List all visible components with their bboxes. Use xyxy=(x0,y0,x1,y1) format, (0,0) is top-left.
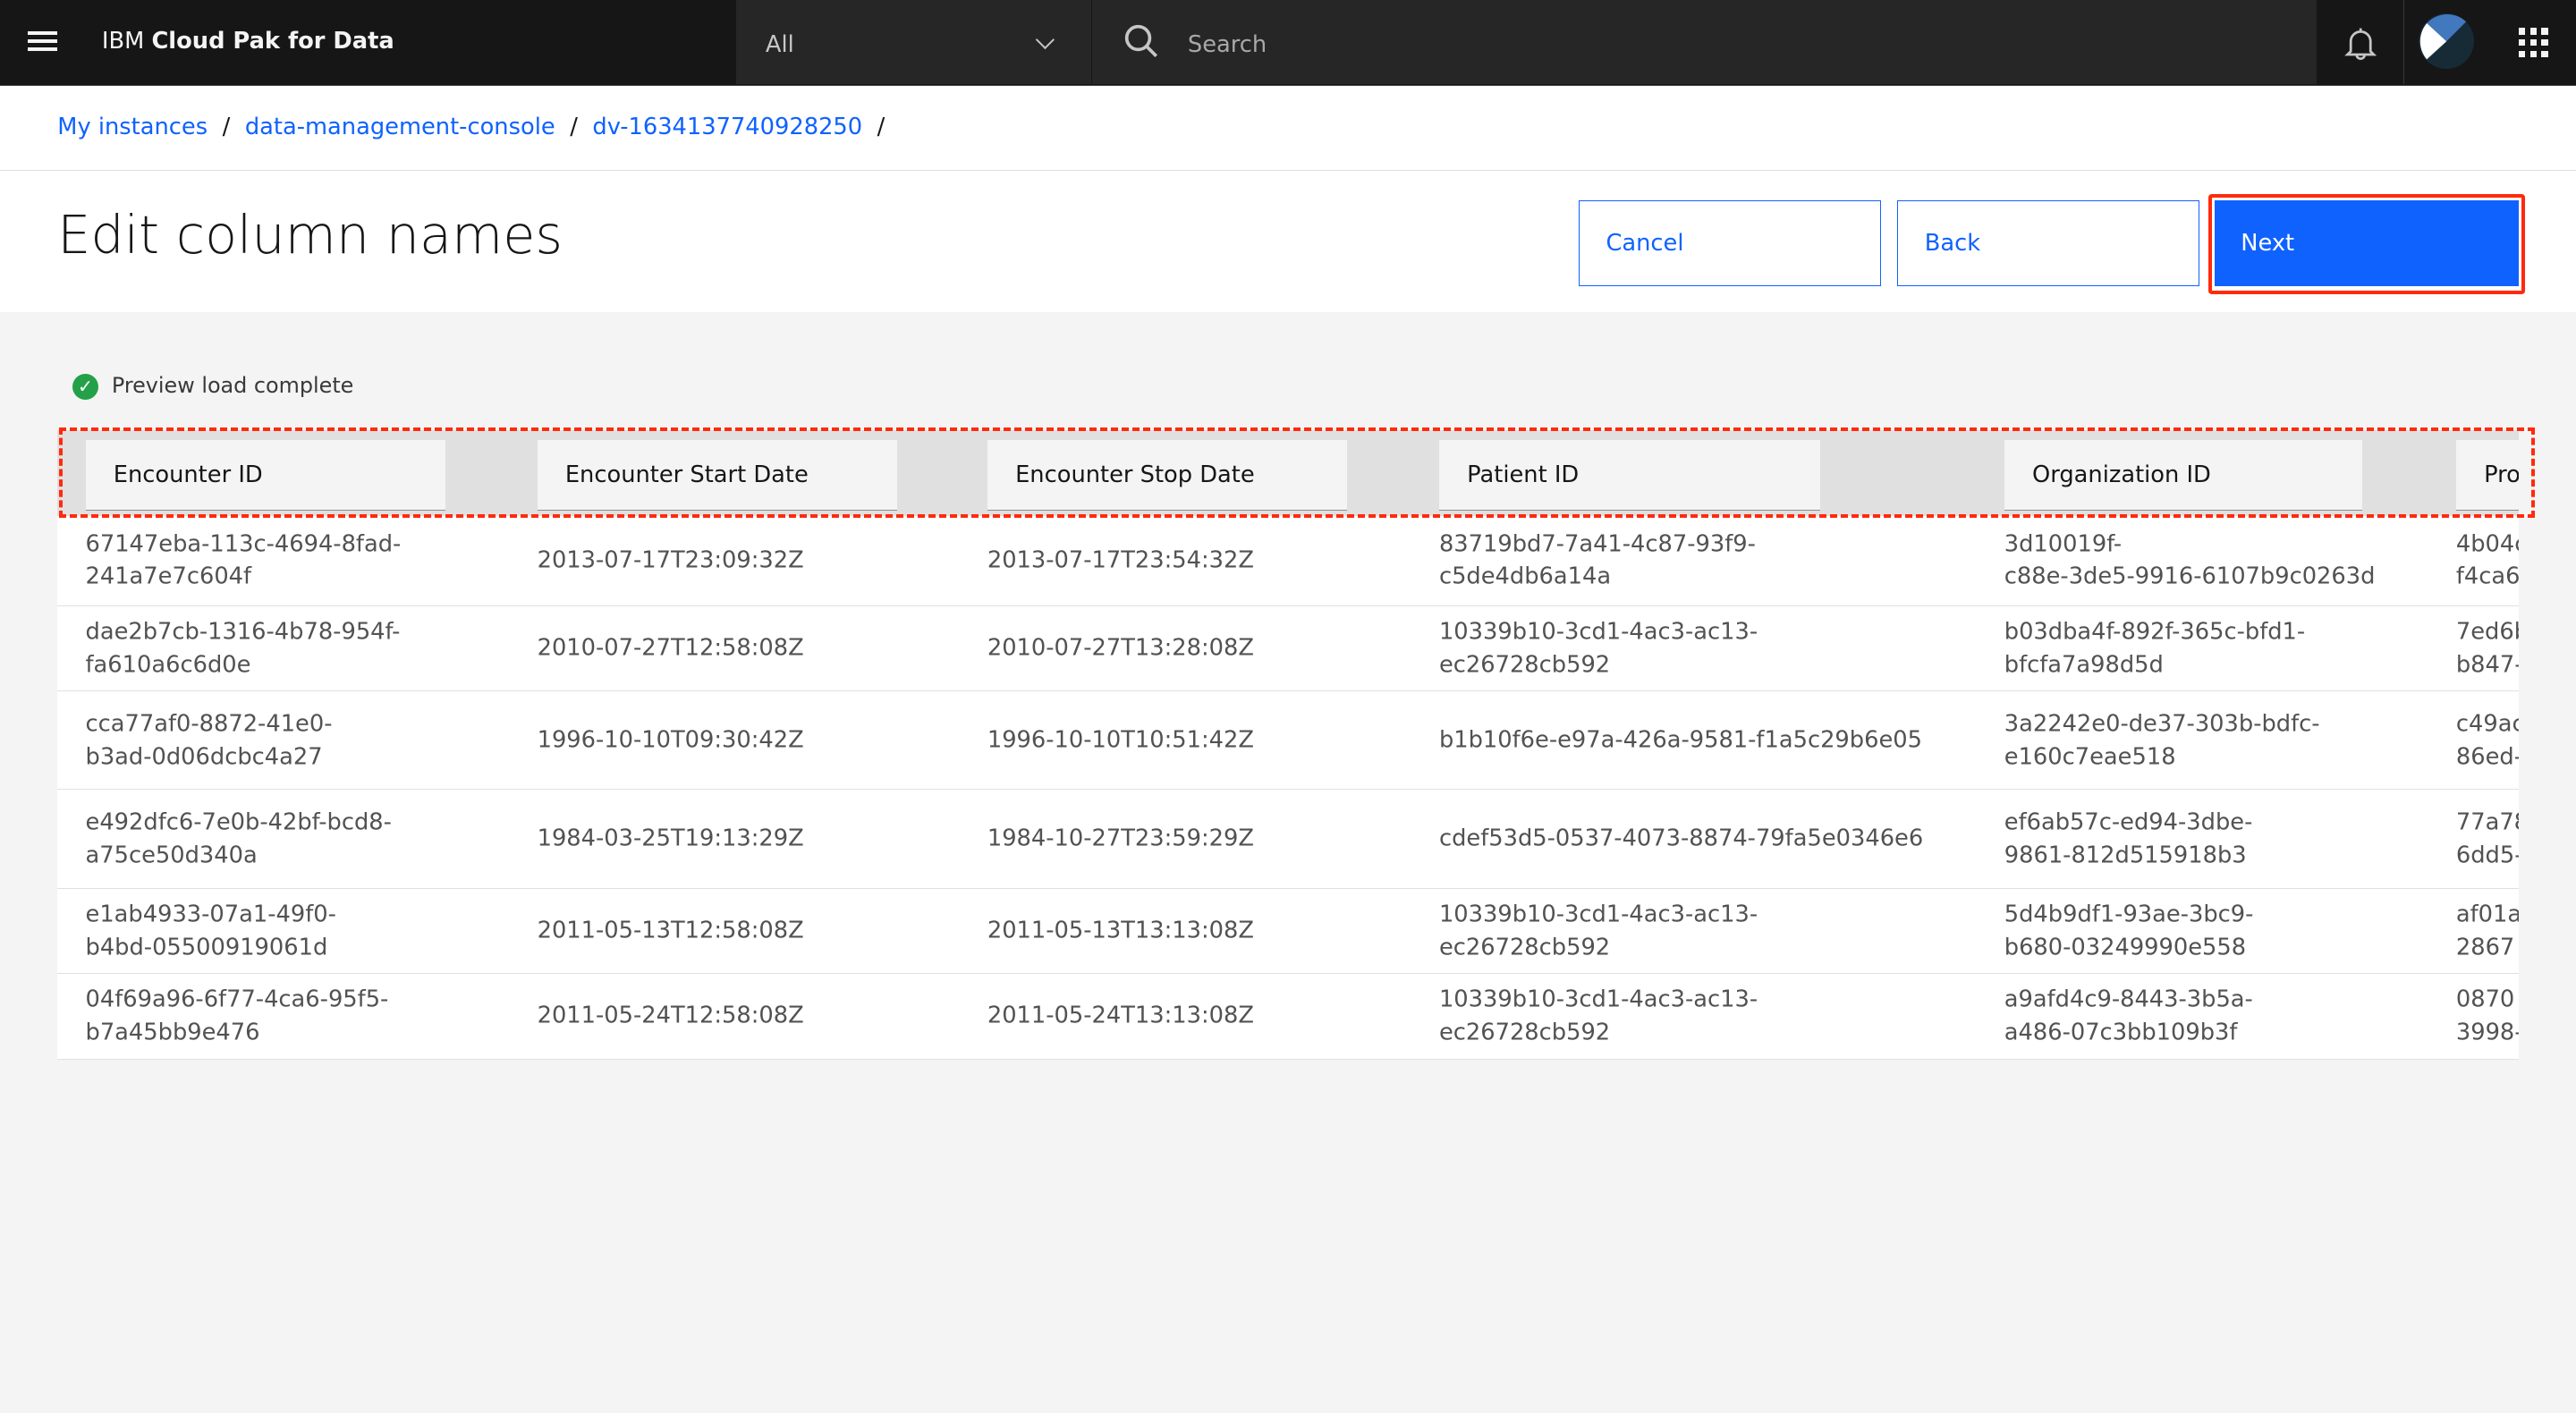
breadcrumb-data-management-console[interactable]: data-management-console xyxy=(245,114,555,140)
notification-bell-icon xyxy=(2344,28,2377,60)
table-cell: 10339b10-3cd1-4ac3-ac13- ec26728cb592 xyxy=(1438,901,1758,960)
table-cell: 3d10019f- c88e-3de5-9916-6107b9c0263d xyxy=(2004,529,2376,590)
table-cell: 2011-05-24T13:13:08Z xyxy=(987,1003,1254,1030)
breadcrumb-separator: / xyxy=(222,113,231,140)
chevron-down-icon xyxy=(1035,30,1055,49)
app-switcher-icon[interactable] xyxy=(2518,28,2548,58)
table-cell: 67147eba-113c-4694-8fad- 241a7e7c604f xyxy=(85,529,402,590)
notifications-button[interactable] xyxy=(2316,0,2405,84)
table-cell: e492dfc6-7e0b-42bf-bcd8- a75ce50d340a xyxy=(85,808,392,869)
table-cell: dae2b7cb-1316-4b78-954f- fa610a6c6d0e xyxy=(85,618,401,678)
table-cell: 2013-07-17T23:54:32Z xyxy=(987,546,1254,574)
table-cell: c49ac 86ed- xyxy=(2455,710,2519,770)
table-cell: 2010-07-27T12:58:08Z xyxy=(537,634,804,662)
table-cell: 77a78 6dd5- xyxy=(2455,808,2519,869)
table-header-row: Encounter ID Encounter Start Date Encoun… xyxy=(57,430,2519,516)
column-name-input[interactable]: Patient ID xyxy=(1438,440,1821,512)
breadcrumb-my-instances[interactable]: My instances xyxy=(57,114,208,140)
breadcrumb: My instances / data-management-console / dv-… xyxy=(0,85,2576,171)
back-button[interactable]: Back xyxy=(1897,200,2200,286)
column-name-input[interactable]: Encounter ID xyxy=(85,440,445,512)
table-cell: b1b10f6e-e97a-426a-9581-f1a5c29b6e05 xyxy=(1438,726,1922,754)
table-cell: af01a 2867 xyxy=(2455,901,2519,960)
column-name-input[interactable]: Encounter Stop Date xyxy=(987,440,1348,512)
avatar[interactable] xyxy=(2418,13,2475,70)
preview-status: ✓ Preview load complete xyxy=(72,372,354,401)
breadcrumb-instance[interactable]: dv-1634137740928250 xyxy=(592,114,862,140)
table-cell: 83719bd7-7a41-4c87-93f9- c5de4db6a14a xyxy=(1438,529,1756,590)
search-input[interactable] xyxy=(1184,22,2177,66)
status-text: Preview load complete xyxy=(111,372,354,398)
table-cell: 2011-05-24T12:58:08Z xyxy=(537,1003,804,1030)
next-button-highlight xyxy=(2207,193,2525,294)
table-cell: e1ab4933-07a1-49f0- b4bd-05500919061d xyxy=(85,901,336,960)
table-cell: 2013-07-17T23:09:32Z xyxy=(537,546,804,574)
preview-table: Encounter ID Encounter Start Date Encoun… xyxy=(57,430,2519,1061)
table-cell: 3a2242e0-de37-303b-bdfc- e160c7eae518 xyxy=(2004,710,2320,770)
table-cell: 2010-07-27T13:28:08Z xyxy=(987,634,1254,662)
checkmark-icon: ✓ xyxy=(72,373,99,401)
table-cell: ef6ab57c-ed94-3dbe- 9861-812d515918b3 xyxy=(2004,808,2253,869)
table-cell: 04f69a96-6f77-4ca6-95f5- b7a45bb9e476 xyxy=(85,986,389,1046)
page-title: Edit column names xyxy=(57,203,564,266)
scope-dropdown[interactable]: All xyxy=(735,0,1092,84)
table-row: cca77af0-8872-41e0- b3ad-0d06dcbc4a27 199… xyxy=(57,691,2519,791)
table-cell: 1984-03-25T19:13:29Z xyxy=(537,825,804,852)
table-cell: 10339b10-3cd1-4ac3-ac13- ec26728cb592 xyxy=(1438,986,1758,1046)
scope-selected-value: All xyxy=(765,30,794,58)
table-cell: cdef53d5-0537-4073-8874-79fa5e0346e6 xyxy=(1438,825,1924,852)
table-cell: 1996-10-10T10:51:42Z xyxy=(987,726,1254,754)
table-row: e492dfc6-7e0b-42bf-bcd8- a75ce50d340a 198… xyxy=(57,790,2519,889)
table-cell: 2011-05-13T12:58:08Z xyxy=(537,917,804,944)
column-name-input[interactable]: Organization ID xyxy=(2004,440,2363,512)
table-cell: 1984-10-27T23:59:29Z xyxy=(987,825,1254,852)
table-row: 04f69a96-6f77-4ca6-95f5- b7a45bb9e476 201… xyxy=(57,974,2519,1060)
search-icon[interactable] xyxy=(1123,23,1159,59)
table-row: 67147eba-113c-4694-8fad- 241a7e7c604f 201… xyxy=(57,515,2519,606)
table-cell: b03dba4f-892f-365c-bfd1- bfcfa7a98d5d xyxy=(2004,618,2306,678)
product-name[interactable]: IBM Cloud Pak for Data xyxy=(102,28,394,55)
table-cell: 5d4b9df1-93ae-3bc9- b680-03249990e558 xyxy=(2004,901,2254,960)
breadcrumb-separator: / xyxy=(877,113,886,140)
table-cell: 1996-10-10T09:30:42Z xyxy=(537,726,804,754)
column-name-input[interactable]: Pro xyxy=(2455,440,2519,512)
table-cell: a9afd4c9-8443-3b5a- a486-07c3bb109b3f xyxy=(2004,986,2253,1046)
brand-name: Cloud Pak for Data xyxy=(151,28,394,55)
cancel-button[interactable]: Cancel xyxy=(1579,200,1881,286)
table-cell: 2011-05-13T13:13:08Z xyxy=(987,917,1254,944)
table-row: e1ab4933-07a1-49f0- b4bd-05500919061d 201… xyxy=(57,888,2519,975)
menu-icon[interactable] xyxy=(28,30,58,55)
table-cell: cca77af0-8872-41e0- b3ad-0d06dcbc4a27 xyxy=(85,710,333,770)
table-cell: 4b04c f4ca6 xyxy=(2455,529,2519,590)
table-cell: 7ed6b b847- xyxy=(2455,618,2519,678)
brand-prefix: IBM xyxy=(101,28,145,55)
top-header-bar: IBM Cloud Pak for Data All xyxy=(0,0,2576,86)
search-bar xyxy=(1092,0,2317,84)
app-root: IBM Cloud Pak for Data All My instances /… xyxy=(0,0,2576,1413)
breadcrumb-separator: / xyxy=(570,113,578,140)
column-name-input[interactable]: Encounter Start Date xyxy=(537,440,897,512)
table-cell: 0870 3998- xyxy=(2455,986,2519,1046)
table-cell: 10339b10-3cd1-4ac3-ac13- ec26728cb592 xyxy=(1438,618,1758,678)
table-row: dae2b7cb-1316-4b78-954f- fa610a6c6d0e 201… xyxy=(57,605,2519,692)
